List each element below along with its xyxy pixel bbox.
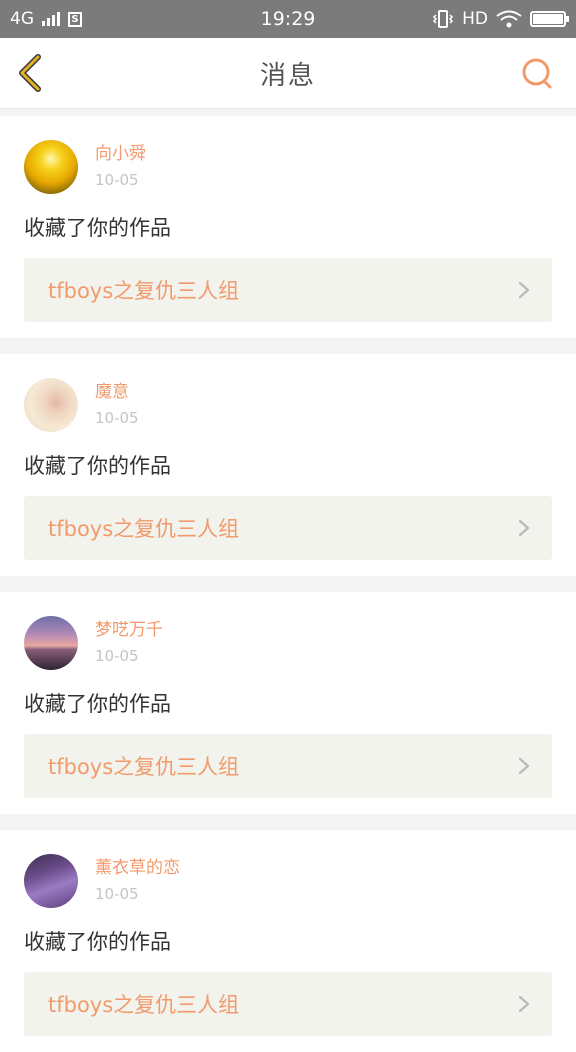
message-card: 向小舜 10-05 收藏了你的作品 tfboys之复仇三人组 <box>0 116 576 338</box>
page-title: 消息 <box>259 60 316 91</box>
work-link[interactable]: tfboys之复仇三人组 <box>24 734 552 798</box>
username[interactable]: 薰衣草的恋 <box>95 857 180 879</box>
message-list: 向小舜 10-05 收藏了你的作品 tfboys之复仇三人组 魔意 10-05 … <box>0 109 576 1052</box>
avatar[interactable] <box>24 140 78 194</box>
message-action: 收藏了你的作品 <box>24 454 171 478</box>
avatar[interactable] <box>24 616 78 670</box>
work-title: tfboys之复仇三人组 <box>48 279 240 303</box>
message-action: 收藏了你的作品 <box>24 692 171 716</box>
message-meta: 薰衣草的恋 10-05 <box>95 857 180 905</box>
status-bar-left: 4G S <box>10 9 82 29</box>
chevron-right-icon <box>518 281 530 299</box>
chevron-right-icon <box>518 995 530 1013</box>
message-card: 薰衣草的恋 10-05 收藏了你的作品 tfboys之复仇三人组 <box>0 830 576 1052</box>
message-date: 10-05 <box>95 171 139 189</box>
message-header: 向小舜 10-05 <box>24 140 552 194</box>
signal-icon <box>42 12 60 26</box>
work-title: tfboys之复仇三人组 <box>48 517 240 541</box>
message-date: 10-05 <box>95 409 139 427</box>
work-link[interactable]: tfboys之复仇三人组 <box>24 258 552 322</box>
vibrate-icon <box>433 10 454 28</box>
avatar[interactable] <box>24 378 78 432</box>
username[interactable]: 向小舜 <box>95 143 146 165</box>
avatar[interactable] <box>24 854 78 908</box>
message-header: 薰衣草的恋 10-05 <box>24 854 552 908</box>
message-action: 收藏了你的作品 <box>24 930 171 954</box>
chevron-right-icon <box>518 519 530 537</box>
message-date: 10-05 <box>95 647 139 665</box>
sim-icon: S <box>68 11 82 27</box>
work-link[interactable]: tfboys之复仇三人组 <box>24 972 552 1036</box>
work-title: tfboys之复仇三人组 <box>48 993 240 1017</box>
network-label: 4G <box>10 9 34 29</box>
message-meta: 梦呓万千 10-05 <box>95 619 163 667</box>
battery-icon <box>530 11 569 27</box>
message-card: 梦呓万千 10-05 收藏了你的作品 tfboys之复仇三人组 <box>0 592 576 814</box>
work-title: tfboys之复仇三人组 <box>48 755 240 779</box>
message-header: 魔意 10-05 <box>24 378 552 432</box>
username[interactable]: 魔意 <box>95 381 139 403</box>
message-meta: 魔意 10-05 <box>95 381 139 429</box>
status-bar-right: HD <box>432 9 569 29</box>
message-meta: 向小舜 10-05 <box>95 143 146 191</box>
search-button[interactable] <box>520 56 554 90</box>
back-button[interactable] <box>14 53 48 93</box>
work-link[interactable]: tfboys之复仇三人组 <box>24 496 552 560</box>
hd-label: HD <box>462 9 488 29</box>
wifi-icon <box>496 10 522 28</box>
message-date: 10-05 <box>95 885 139 903</box>
chevron-right-icon <box>518 757 530 775</box>
message-card: 魔意 10-05 收藏了你的作品 tfboys之复仇三人组 <box>0 354 576 576</box>
status-bar: 4G S 19:29 HD <box>0 0 576 38</box>
message-action: 收藏了你的作品 <box>24 216 171 240</box>
username[interactable]: 梦呓万千 <box>95 619 163 641</box>
app-header: 消息 <box>0 38 576 109</box>
message-header: 梦呓万千 10-05 <box>24 616 552 670</box>
